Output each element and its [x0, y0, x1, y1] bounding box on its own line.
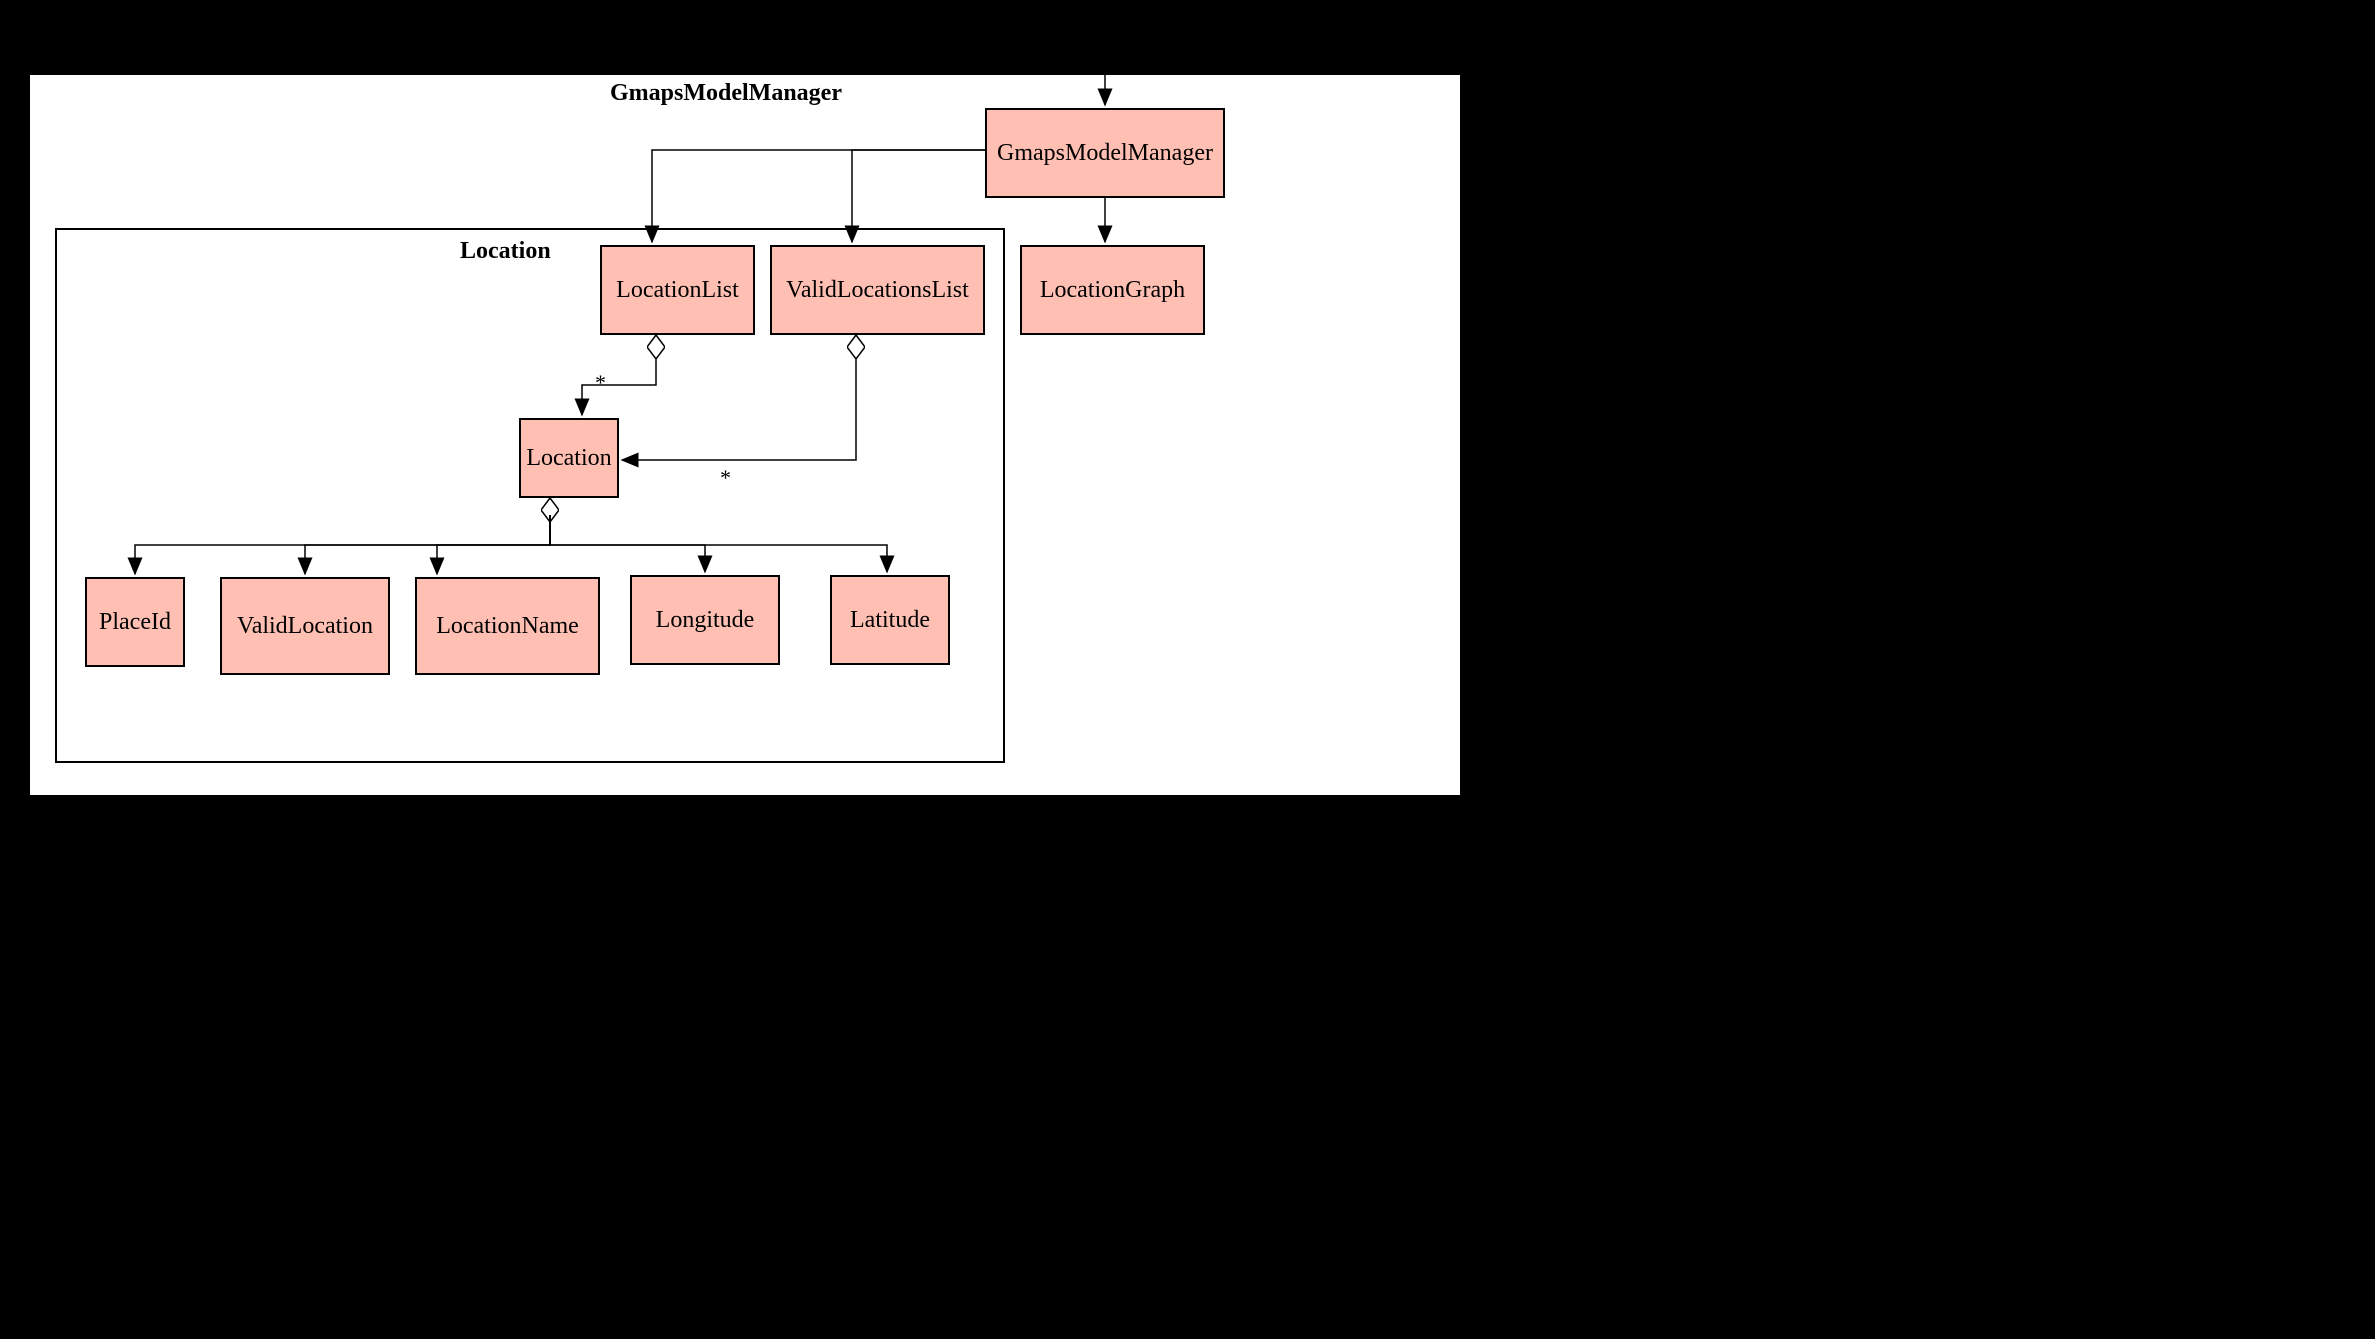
diagram-canvas: GmapsModelManager Location GmapsModelMan…: [30, 75, 1460, 795]
multiplicity-star-1: *: [595, 370, 606, 396]
node-latitude: Latitude: [830, 575, 950, 665]
node-location-name: LocationName: [415, 577, 600, 675]
node-location-graph: LocationGraph: [1020, 245, 1205, 335]
multiplicity-star-2: *: [720, 465, 731, 491]
outer-container-title: GmapsModelManager: [610, 80, 842, 107]
node-location-list: LocationList: [600, 245, 755, 335]
node-gmaps-model-manager: GmapsModelManager: [985, 108, 1225, 198]
inner-container-title: Location: [460, 238, 551, 265]
node-valid-location: ValidLocation: [220, 577, 390, 675]
node-valid-locations-list: ValidLocationsList: [770, 245, 985, 335]
node-longitude: Longitude: [630, 575, 780, 665]
node-place-id: PlaceId: [85, 577, 185, 667]
node-location: Location: [519, 418, 619, 498]
